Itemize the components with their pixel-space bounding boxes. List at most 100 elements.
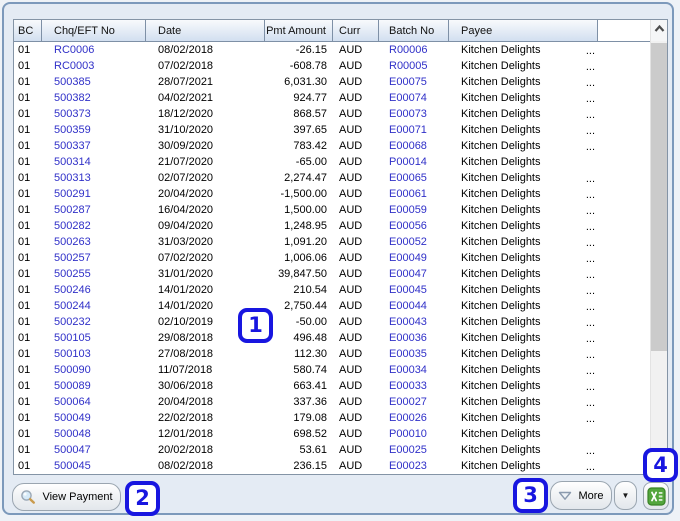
cell-batch[interactable]: E00073 [379,106,449,122]
cell-chq[interactable]: 500047 [42,442,146,458]
cell-chq[interactable]: RC0003 [42,58,146,74]
more-dropdown-button[interactable]: ▼ [614,481,637,510]
cell-batch[interactable]: E00023 [379,458,449,474]
cell-date: 22/02/2018 [158,412,214,424]
table-row[interactable]: 01 500103 27/08/2018 112.30 AUD E00035 Kitchen… [14,346,650,362]
cell-chq[interactable]: 500105 [42,330,146,346]
cell-batch[interactable]: E00075 [379,74,449,90]
cell-batch[interactable]: E00035 [379,346,449,362]
cell-batch[interactable]: E00047 [379,266,449,282]
table-row[interactable]: 01 500089 30/06/2018 663.41 AUD E00033 Kitchen… [14,378,650,394]
cell-chq[interactable]: 500337 [42,138,146,154]
vertical-scrollbar[interactable] [650,20,667,474]
cell-chq[interactable]: 500287 [42,202,146,218]
table-row[interactable]: 01 500385 28/07/2021 6,031.30 AUD E00075 Kitch… [14,74,650,90]
header-batch[interactable]: Batch No [379,20,449,41]
cell-chq[interactable]: 500291 [42,186,146,202]
table-row[interactable]: 01 500337 30/09/2020 783.42 AUD E00068 Kitchen… [14,138,650,154]
header-date[interactable]: Date [146,20,265,41]
cell-batch[interactable]: E00056 [379,218,449,234]
cell-chq[interactable]: 500244 [42,298,146,314]
cell-chq[interactable]: 500048 [42,426,146,442]
cell-chq[interactable]: 500282 [42,218,146,234]
header-payee[interactable]: Payee [449,20,598,41]
table-row[interactable]: 01 500045 08/02/2018 236.15 AUD E00023 Kitchen… [14,458,650,474]
export-excel-button[interactable] [643,482,669,510]
payee-name: Kitchen Delights [461,284,541,296]
table-row[interactable]: 01 500246 14/01/2020 210.54 AUD E00045 Kitchen… [14,282,650,298]
table-row[interactable]: 01 500105 29/08/2018 496.48 AUD E00036 Kitchen… [14,330,650,346]
header-curr[interactable]: Curr [333,20,379,41]
cell-batch[interactable]: E00033 [379,378,449,394]
table-row[interactable]: 01 500282 09/04/2020 1,248.95 AUD E00056 Kitch… [14,218,650,234]
view-payment-button[interactable]: View Payment [12,483,121,511]
table-row[interactable]: 01 500287 16/04/2020 1,500.00 AUD E00059 Kitch… [14,202,650,218]
table-row[interactable]: 01 500047 20/02/2018 53.61 AUD E00025 Kitchen … [14,442,650,458]
cell-batch[interactable]: R00006 [379,42,449,58]
cell-batch[interactable]: P00014 [379,154,449,170]
cell-chq[interactable]: 500314 [42,154,146,170]
cell-batch[interactable]: R00005 [379,58,449,74]
cell-chq[interactable]: 500089 [42,378,146,394]
cell-chq[interactable]: 500313 [42,170,146,186]
table-row[interactable]: 01 500257 07/02/2020 1,006.06 AUD E00049 Kitch… [14,250,650,266]
excel-export-icon [646,486,666,506]
cell-batch[interactable]: E00071 [379,122,449,138]
cell-batch[interactable]: E00074 [379,90,449,106]
table-row[interactable]: 01 500314 21/07/2020 -65.00 AUD P00014 Kitchen… [14,154,650,170]
cell-chq[interactable]: 500382 [42,90,146,106]
table-row[interactable]: 01 500373 18/12/2020 868.57 AUD E00073 Kitchen… [14,106,650,122]
header-blank[interactable] [598,20,650,41]
cell-chq[interactable]: 500257 [42,250,146,266]
cell-batch[interactable]: E00036 [379,330,449,346]
cell-chq[interactable]: RC0006 [42,42,146,58]
table-row[interactable]: 01 500382 04/02/2021 924.77 AUD E00074 Kitchen… [14,90,650,106]
table-row[interactable]: 01 500064 20/04/2018 337.36 AUD E00027 Kitchen… [14,394,650,410]
cell-chq[interactable]: 500090 [42,362,146,378]
cell-chq[interactable]: 500103 [42,346,146,362]
table-row[interactable]: 01 500359 31/10/2020 397.65 AUD E00071 Kitchen… [14,122,650,138]
cell-chq[interactable]: 500263 [42,234,146,250]
cell-batch[interactable]: E00034 [379,362,449,378]
cell-chq[interactable]: 500246 [42,282,146,298]
cell-chq[interactable]: 500359 [42,122,146,138]
cell-batch[interactable]: P00010 [379,426,449,442]
table-row[interactable]: 01 500291 20/04/2020 -1,500.00 AUD E00061 Kitc… [14,186,650,202]
table-row[interactable]: 01 500255 31/01/2020 39,847.50 AUD E00047 Kitc… [14,266,650,282]
table-row[interactable]: 01 500263 31/03/2020 1,091.20 AUD E00052 Kitch… [14,234,650,250]
cell-batch[interactable]: E00065 [379,170,449,186]
scrollbar-thumb[interactable] [651,43,667,351]
table-row[interactable]: 01 RC0006 08/02/2018 -26.15 AUD R00006 Kitchen… [14,42,650,58]
table-row[interactable]: 01 500049 22/02/2018 179.08 AUD E00026 Kitchen… [14,410,650,426]
cell-batch[interactable]: E00045 [379,282,449,298]
cell-batch[interactable]: E00059 [379,202,449,218]
cell-batch[interactable]: E00068 [379,138,449,154]
more-button[interactable]: More [550,481,612,510]
cell-batch[interactable]: E00026 [379,410,449,426]
cell-chq[interactable]: 500385 [42,74,146,90]
cell-batch[interactable]: E00044 [379,298,449,314]
header-chq[interactable]: Chq/EFT No [42,20,146,41]
cell-chq[interactable]: 500373 [42,106,146,122]
table-row[interactable]: 01 RC0003 07/02/2018 -608.78 AUD R00005 Kitche… [14,58,650,74]
header-amt[interactable]: Pmt Amount [265,20,333,41]
cell-chq[interactable]: 500064 [42,394,146,410]
cell-batch[interactable]: E00043 [379,314,449,330]
scroll-up-button[interactable] [651,20,667,41]
table-row[interactable]: 01 500232 02/10/2019 -50.00 AUD E00043 Kitchen… [14,314,650,330]
cell-batch[interactable]: E00027 [379,394,449,410]
table-row[interactable]: 01 500244 14/01/2020 2,750.44 AUD E00044 Kitch… [14,298,650,314]
header-bc[interactable]: BC [14,20,42,41]
cell-batch[interactable]: E00052 [379,234,449,250]
table-row[interactable]: 01 500090 11/07/2018 580.74 AUD E00034 Kitchen… [14,362,650,378]
cell-chq[interactable]: 500045 [42,458,146,474]
cell-batch[interactable]: E00049 [379,250,449,266]
row-ellipsis: ... [585,45,595,57]
cell-chq[interactable]: 500255 [42,266,146,282]
cell-batch[interactable]: E00025 [379,442,449,458]
cell-batch[interactable]: E00061 [379,186,449,202]
table-row[interactable]: 01 500048 12/01/2018 698.52 AUD P00010 Kitchen… [14,426,650,442]
cell-chq[interactable]: 500232 [42,314,146,330]
cell-chq[interactable]: 500049 [42,410,146,426]
table-row[interactable]: 01 500313 02/07/2020 2,274.47 AUD E00065 Kitch… [14,170,650,186]
